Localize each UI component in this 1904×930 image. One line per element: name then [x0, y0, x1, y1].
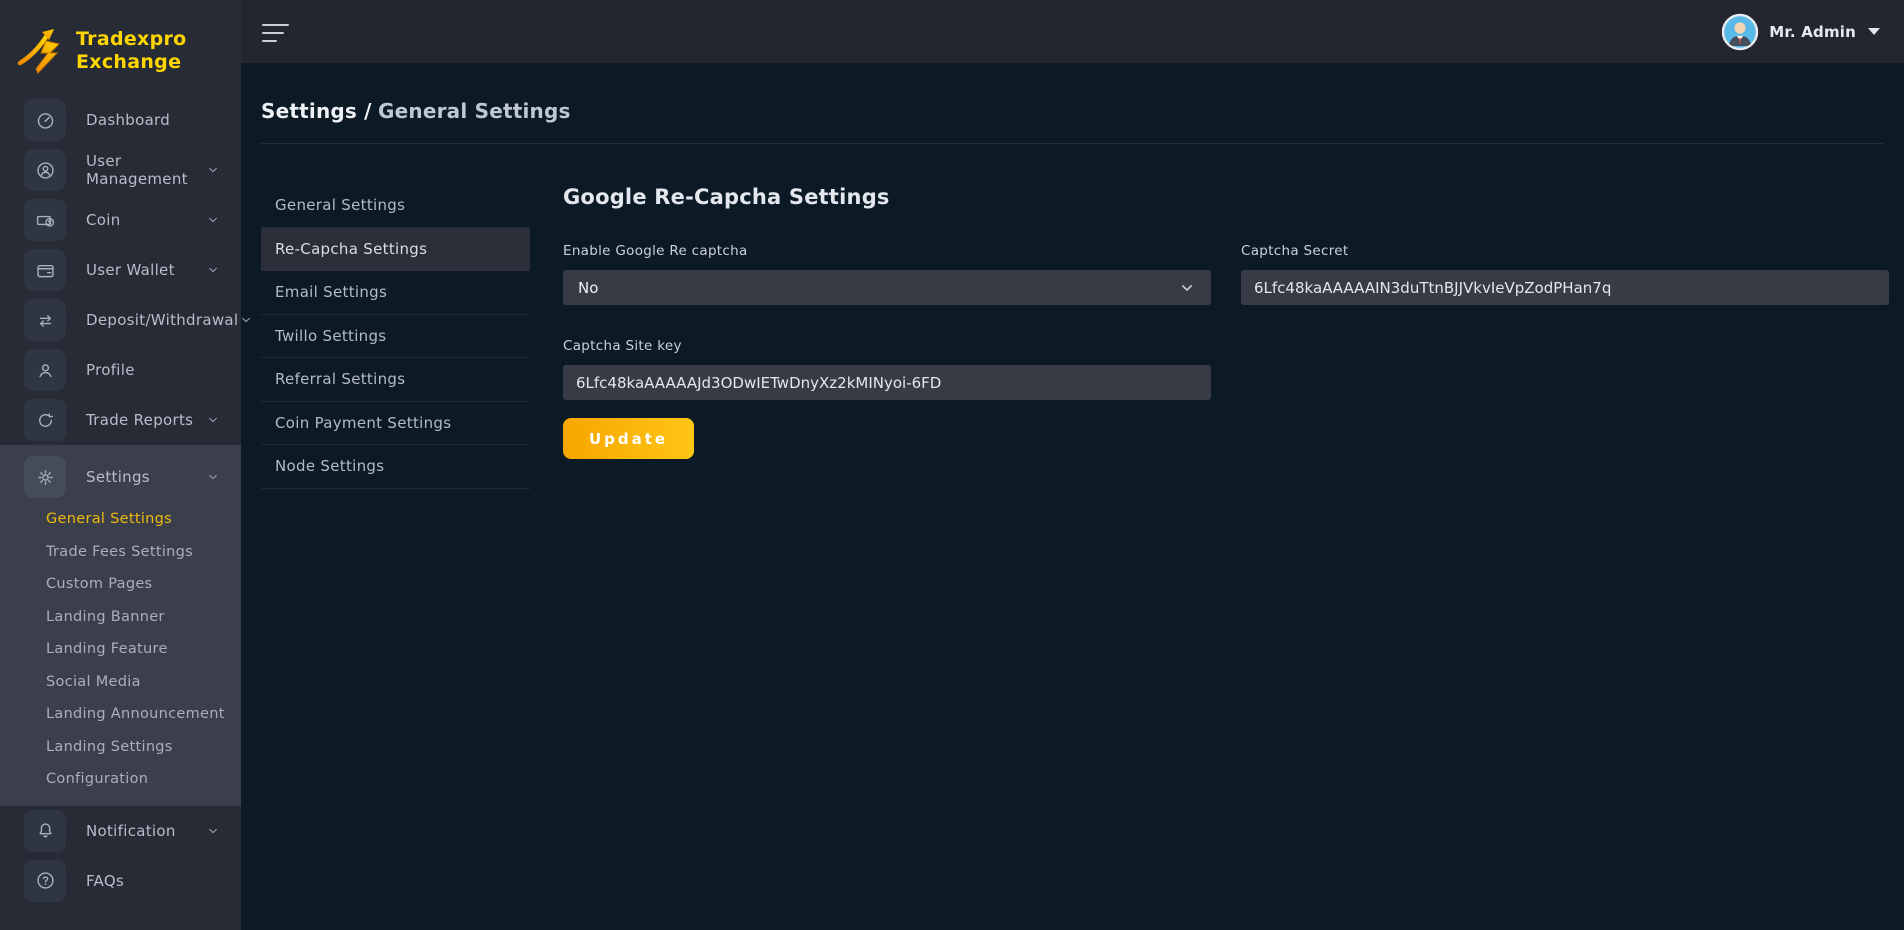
brand-name: Tradexpro Exchange	[76, 28, 187, 74]
sidebar: Tradexpro Exchange Dashboard User Manage…	[0, 0, 241, 930]
chevron-down-icon	[205, 823, 221, 839]
reports-icon	[24, 399, 66, 441]
menu-toggle-button[interactable]	[262, 22, 290, 42]
update-button[interactable]: Update	[563, 418, 694, 459]
question-icon	[24, 860, 66, 902]
users-icon	[24, 149, 66, 191]
header-divider	[261, 143, 1884, 144]
settings-subnav-item[interactable]: Social Media	[46, 666, 241, 699]
settings-tab[interactable]: Node Settings	[261, 445, 530, 489]
settings-subnav-item[interactable]: Trade Fees Settings	[46, 536, 241, 569]
sidebar-item[interactable]: FAQs	[0, 856, 241, 906]
brand-logo: Tradexpro Exchange	[0, 0, 241, 95]
chevron-down-icon	[238, 312, 254, 328]
sidebar-item-label: User Wallet	[86, 261, 205, 279]
sidebar-item-label: FAQs	[86, 872, 205, 890]
topbar: Mr. Admin	[241, 0, 1904, 63]
settings-subnav-item[interactable]: Landing Announcement	[46, 698, 241, 731]
sidebar-item-settings[interactable]: Settings	[0, 451, 241, 503]
sidebar-nav: Dashboard User Management Coin User Wall…	[0, 95, 241, 445]
settings-subnav-item[interactable]: Custom Pages	[46, 568, 241, 601]
settings-tab[interactable]: Coin Payment Settings	[261, 402, 530, 446]
sidebar-item-label: Deposit/Withdrawal	[86, 311, 238, 329]
settings-tab[interactable]: Twillo Settings	[261, 315, 530, 359]
enable-recaptcha-value: No	[578, 279, 598, 297]
chevron-down-icon	[205, 162, 221, 178]
captcha-secret-input[interactable]	[1241, 270, 1889, 305]
dashboard-icon	[24, 99, 66, 141]
chevron-down-icon	[205, 412, 221, 428]
coin-icon	[24, 199, 66, 241]
sidebar-item-label: User Management	[86, 152, 205, 188]
settings-tab-list: General Settings Re-Capcha Settings Emai…	[261, 184, 530, 489]
breadcrumb-section: Settings /	[261, 99, 372, 123]
avatar	[1721, 13, 1759, 51]
user-menu[interactable]: Mr. Admin	[1721, 13, 1880, 51]
sidebar-item-label: Notification	[86, 822, 205, 840]
transfer-icon	[24, 299, 66, 341]
person-icon	[24, 349, 66, 391]
brand-logo-icon	[14, 23, 70, 79]
settings-subnav-item[interactable]: Configuration	[46, 763, 241, 796]
sidebar-item-label: Profile	[86, 361, 205, 379]
settings-tab[interactable]: General Settings	[261, 184, 530, 228]
sidebar-item[interactable]: Dashboard	[0, 95, 241, 145]
bell-icon	[24, 810, 66, 852]
settings-subnav-item[interactable]: Landing Feature	[46, 633, 241, 666]
settings-subnav-item[interactable]: Landing Settings	[46, 731, 241, 764]
sidebar-item[interactable]: User Management	[0, 145, 241, 195]
sidebar-item-label: Settings	[86, 468, 205, 486]
settings-tab[interactable]: Email Settings	[261, 271, 530, 315]
captcha-secret-label: Captcha Secret	[1241, 242, 1889, 260]
captcha-sitekey-label: Captcha Site key	[563, 337, 1211, 355]
settings-tab[interactable]: Re-Capcha Settings	[261, 228, 530, 272]
wallet-icon	[24, 249, 66, 291]
settings-subnav-item[interactable]: Landing Banner	[46, 601, 241, 634]
sidebar-item[interactable]: Coin	[0, 195, 241, 245]
user-name: Mr. Admin	[1769, 23, 1856, 41]
sidebar-item-label: Trade Reports	[86, 411, 205, 429]
chevron-down-icon	[205, 262, 221, 278]
gear-icon	[24, 456, 66, 498]
sidebar-item-label: Coin	[86, 211, 205, 229]
chevron-down-icon	[205, 212, 221, 228]
settings-subnav: General Settings Trade Fees Settings Cus…	[0, 503, 241, 796]
sidebar-nav-bottom: Notification FAQs	[0, 806, 241, 906]
sidebar-item[interactable]: Notification	[0, 806, 241, 856]
sidebar-item[interactable]: Deposit/Withdrawal	[0, 295, 241, 345]
recaptcha-form: Google Re-Capcha Settings Enable Google …	[563, 184, 1889, 489]
sidebar-item-label: Dashboard	[86, 111, 205, 129]
breadcrumb-page: General Settings	[378, 99, 571, 123]
sidebar-item[interactable]: Profile	[0, 345, 241, 395]
breadcrumb: Settings / General Settings	[261, 97, 1884, 125]
chevron-down-icon	[205, 469, 221, 485]
chevron-down-icon	[1177, 278, 1197, 298]
sidebar-settings-group: Settings General Settings Trade Fees Set…	[0, 445, 241, 806]
form-title: Google Re-Capcha Settings	[563, 184, 1889, 210]
settings-tab[interactable]: Referral Settings	[261, 358, 530, 402]
settings-subnav-item[interactable]: General Settings	[46, 503, 241, 536]
enable-recaptcha-select[interactable]: No	[563, 270, 1211, 305]
enable-recaptcha-label: Enable Google Re captcha	[563, 242, 1211, 260]
caret-down-icon	[1868, 28, 1880, 35]
sidebar-item[interactable]: User Wallet	[0, 245, 241, 295]
main-content: Settings / General Settings General Sett…	[241, 63, 1904, 930]
sidebar-item[interactable]: Trade Reports	[0, 395, 241, 445]
captcha-sitekey-input[interactable]	[563, 365, 1211, 400]
